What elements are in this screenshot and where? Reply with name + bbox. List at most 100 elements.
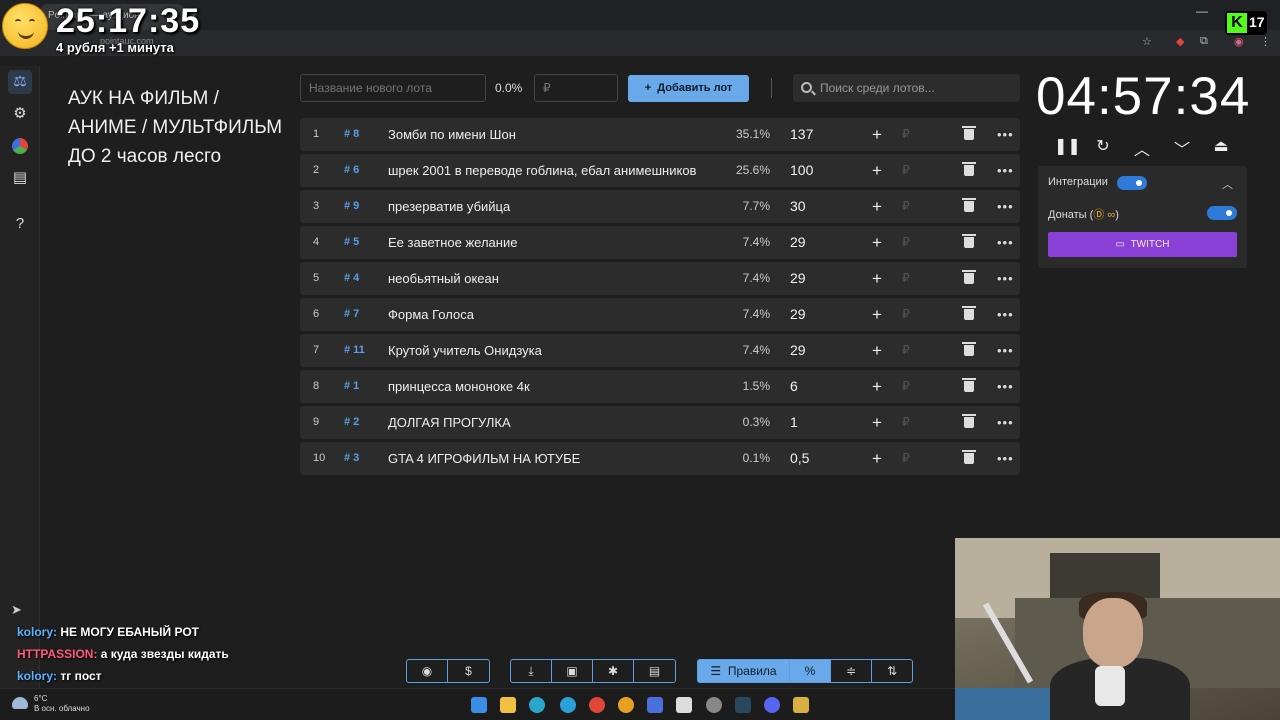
ruble-input[interactable]: ₽ [902, 154, 910, 187]
start-icon[interactable] [471, 697, 487, 713]
minimize-button[interactable]: — [1196, 4, 1208, 18]
lot-search-input[interactable]: Поиск среди лотов... [793, 74, 1020, 102]
more-icon[interactable]: ••• [997, 298, 1014, 331]
ruble-input[interactable]: ₽ [902, 298, 910, 331]
lot-amount[interactable]: 0,5 [790, 442, 809, 475]
save-icon[interactable]: ▣ [552, 660, 593, 682]
chrome-icon[interactable] [589, 697, 605, 713]
more-icon[interactable]: ••• [997, 154, 1014, 187]
sidebar-item-auction[interactable]: ⚖ [8, 70, 32, 94]
steam-icon[interactable] [735, 697, 751, 713]
add-amount-icon[interactable]: + [872, 154, 882, 187]
lot-row[interactable]: 3 # 9 презерватив убийца 7.7% 30 + ₽ ••• [300, 190, 1020, 223]
more-icon[interactable]: ••• [997, 262, 1014, 295]
discord-icon[interactable] [764, 697, 780, 713]
sidebar-item-help[interactable]: ? [8, 212, 32, 236]
new-lot-name-input[interactable] [300, 74, 486, 102]
lot-id[interactable]: # 1 [344, 370, 359, 403]
integrations-toggle[interactable] [1117, 176, 1147, 190]
lot-name[interactable]: принцесса мононоке 4к [388, 370, 718, 403]
ruble-input[interactable]: ₽ [902, 226, 910, 259]
edge-icon[interactable] [529, 697, 545, 713]
add-amount-icon[interactable]: + [872, 226, 882, 259]
more-icon[interactable]: ••• [997, 226, 1014, 259]
lot-name[interactable]: Форма Голоса [388, 298, 718, 331]
sidebar-item-settings[interactable]: ⚙ [8, 102, 32, 126]
split-icon[interactable]: ≑ [831, 660, 872, 682]
lot-id[interactable]: # 11 [344, 334, 365, 367]
add-amount-icon[interactable]: + [872, 370, 882, 403]
timer-decrease-icon[interactable]: ﹀ [1172, 136, 1192, 160]
extension-icon[interactable]: ◆ [1176, 35, 1184, 48]
ruble-input[interactable]: ₽ [902, 190, 910, 223]
sidebar-item-history[interactable]: ▤ [8, 166, 32, 190]
lot-name[interactable]: Зомби по имени Шон [388, 118, 718, 151]
ruble-input[interactable]: ₽ [902, 442, 910, 475]
lot-row[interactable]: 4 # 5 Ее заветное желание 7.4% 29 + ₽ ••• [300, 226, 1020, 259]
lot-row[interactable]: 1 # 8 Зомби по имени Шон 35.1% 137 + ₽ ••• [300, 118, 1020, 151]
rules-button[interactable]: ☰ Правила [698, 660, 790, 682]
add-lot-button[interactable]: + Добавить лот [628, 75, 749, 102]
new-lot-amount-input[interactable] [534, 74, 618, 102]
donate-icon[interactable]: $ [448, 660, 489, 682]
lot-name[interactable]: необьятный океан [388, 262, 718, 295]
percent-toggle[interactable]: % [790, 660, 831, 682]
ruble-input[interactable]: ₽ [902, 334, 910, 367]
sort-icon[interactable]: ⇅ [872, 660, 912, 682]
add-amount-icon[interactable]: + [872, 298, 882, 331]
more-icon[interactable]: ••• [997, 370, 1014, 403]
lot-id[interactable]: # 7 [344, 298, 359, 331]
lot-row[interactable]: 10 # 3 GTA 4 ИГРОФИЛЬМ НА ЮТУБЕ 0.1% 0,5 + ₽ ••… [300, 442, 1020, 475]
lot-row[interactable]: 7 # 11 Крутой учитель Онидзука 7.4% 29 + ₽ ••• [300, 334, 1020, 367]
lot-row[interactable]: 5 # 4 необьятный океан 7.4% 29 + ₽ ••• [300, 262, 1020, 295]
ruble-input[interactable]: ₽ [902, 118, 910, 151]
lot-name[interactable]: ДОЛГАЯ ПРОГУЛКА [388, 406, 718, 439]
lot-id[interactable]: # 2 [344, 406, 359, 439]
lot-amount[interactable]: 6 [790, 370, 798, 403]
add-amount-icon[interactable]: + [872, 262, 882, 295]
lot-row[interactable]: 2 # 6 шрек 2001 в переводе гоблина, ебал а… [300, 154, 1020, 187]
browser-menu-icon[interactable]: ⋮ [1260, 35, 1271, 48]
game-icon[interactable] [793, 697, 809, 713]
add-amount-icon[interactable]: + [872, 406, 882, 439]
github-icon[interactable]: ◉ [407, 660, 448, 682]
timer-increase-icon[interactable]: ︿ [1132, 136, 1152, 160]
lot-name[interactable]: GTA 4 ИГРОФИЛЬМ НА ЮТУБЕ [388, 442, 718, 475]
lot-amount[interactable]: 29 [790, 226, 806, 259]
twitch-button[interactable]: ▭ TWITCH [1048, 232, 1237, 257]
clear-icon[interactable]: ▤ [634, 660, 675, 682]
more-icon[interactable]: ••• [997, 406, 1014, 439]
reset-icon[interactable]: ↻ [1093, 136, 1113, 156]
lot-name[interactable]: Ее заветное желание [388, 226, 718, 259]
more-icon[interactable]: ••• [997, 118, 1014, 151]
notepad-icon[interactable] [676, 697, 692, 713]
sidebar-item-statistics[interactable] [8, 134, 32, 158]
lot-row[interactable]: 9 # 2 ДОЛГАЯ ПРОГУЛКА 0.3% 1 + ₽ ••• [300, 406, 1020, 439]
lot-row[interactable]: 6 # 7 Форма Голоса 7.4% 29 + ₽ ••• [300, 298, 1020, 331]
chevron-up-icon[interactable]: ︿ [1222, 176, 1233, 192]
add-amount-icon[interactable]: + [872, 190, 882, 223]
donations-toggle[interactable] [1207, 206, 1237, 220]
lot-id[interactable]: # 5 [344, 226, 359, 259]
explorer-icon[interactable] [500, 697, 516, 713]
download-icon[interactable]: ⤓ [511, 660, 552, 682]
add-amount-icon[interactable]: + [872, 118, 882, 151]
lot-id[interactable]: # 6 [344, 154, 359, 187]
lot-amount[interactable]: 100 [790, 154, 813, 187]
extensions-puzzle-icon[interactable]: ⧉ [1200, 35, 1208, 48]
ruble-input[interactable]: ₽ [902, 262, 910, 295]
lot-id[interactable]: # 8 [344, 118, 359, 151]
weather-widget[interactable]: 6°C В осн. облачно [12, 694, 90, 714]
lot-name[interactable]: презерватив убийца [388, 190, 718, 223]
lot-name[interactable]: шрек 2001 в переводе гоблина, ебал аниме… [388, 154, 718, 187]
lot-amount[interactable]: 137 [790, 118, 813, 151]
profile-avatar[interactable]: ◉ [1234, 35, 1244, 48]
add-amount-icon[interactable]: + [872, 442, 882, 475]
lot-amount[interactable]: 29 [790, 262, 806, 295]
more-icon[interactable]: ••• [997, 442, 1014, 475]
ruble-input[interactable]: ₽ [902, 370, 910, 403]
lot-row[interactable]: 8 # 1 принцесса мононоке 4к 1.5% 6 + ₽ ••• [300, 370, 1020, 403]
lot-amount[interactable]: 1 [790, 406, 798, 439]
app-icon[interactable] [618, 697, 634, 713]
more-icon[interactable]: ••• [997, 334, 1014, 367]
